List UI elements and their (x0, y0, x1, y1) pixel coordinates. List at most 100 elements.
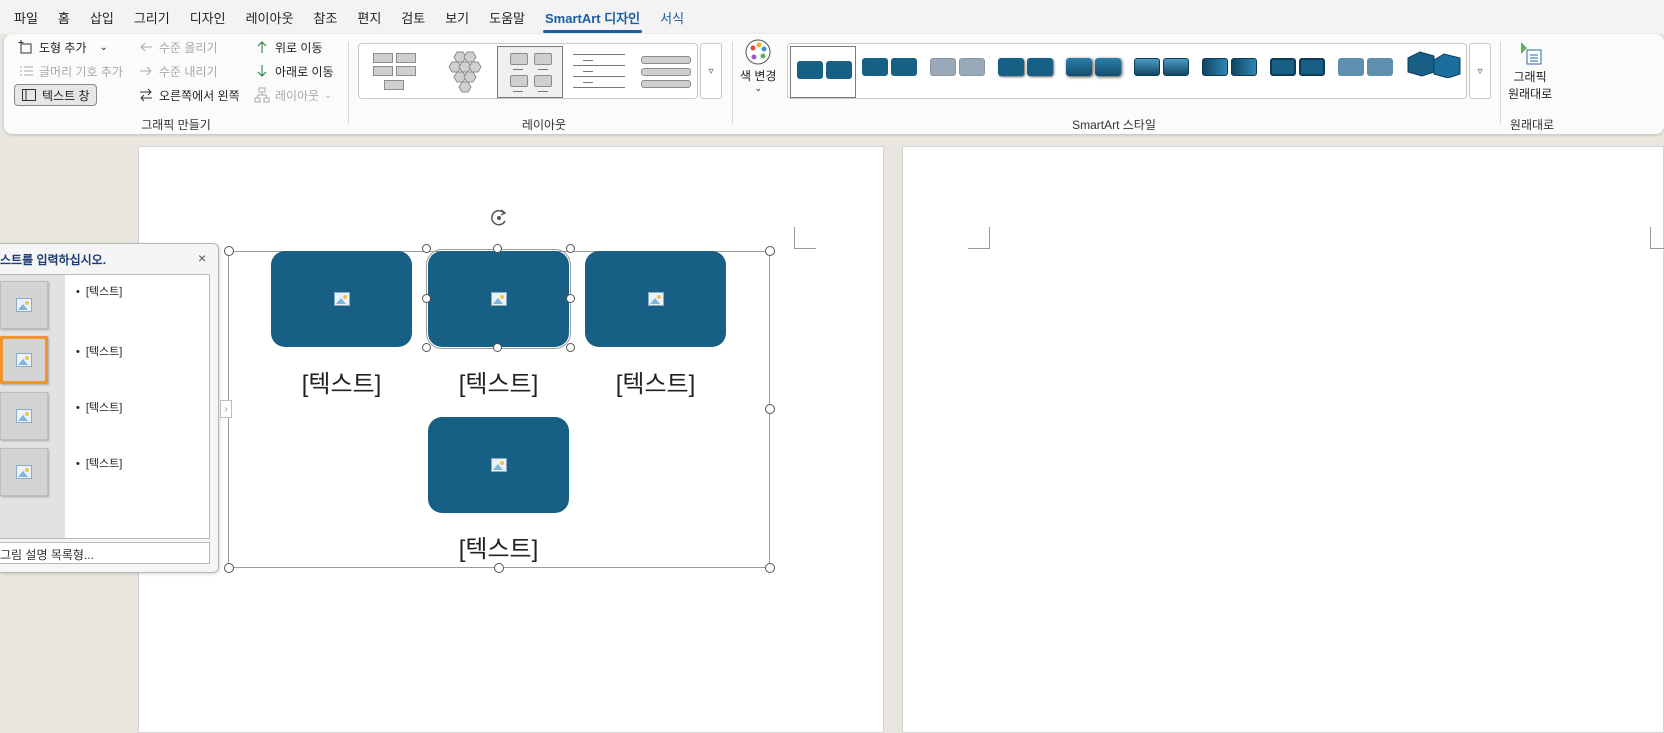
insert-picture-thumbnail[interactable] (0, 336, 48, 384)
text-pane-bullet[interactable]: [텍스트] (76, 343, 122, 359)
picture-placeholder-icon[interactable] (490, 458, 507, 472)
move-down-button[interactable]: 아래로 이동 (254, 60, 334, 82)
close-icon[interactable]: × (198, 250, 206, 266)
text-pane-button[interactable]: 텍스트 창 (14, 84, 97, 106)
text-pane-toggle-button[interactable]: › (220, 400, 232, 418)
shape-resize-handle[interactable] (422, 343, 431, 352)
tab-mailings[interactable]: 편지 (355, 4, 383, 31)
tab-format[interactable]: 서식 (658, 4, 686, 31)
add-bullet-button[interactable]: 글머리 기호 추가 (18, 60, 123, 82)
layout-gallery-more-button[interactable]: ▿ (700, 43, 722, 99)
margin-mark (1650, 227, 1664, 249)
tab-smartart-design[interactable]: SmartArt 디자인 (543, 4, 643, 33)
move-down-label: 아래로 이동 (275, 64, 334, 79)
picture-placeholder-icon[interactable] (490, 292, 507, 306)
style-option-inset[interactable] (1200, 56, 1260, 76)
picture-placeholder-icon (16, 353, 32, 367)
tab-insert[interactable]: 삽입 (88, 4, 116, 31)
layout-gallery[interactable] (358, 43, 698, 99)
resize-handle[interactable] (224, 563, 234, 573)
style-option-white-outline[interactable] (860, 56, 920, 76)
add-bullet-label: 글머리 기호 추가 (39, 64, 123, 79)
reset-graphic-button[interactable]: 그래픽 원래대로 (1508, 38, 1552, 102)
change-colors-label: 색 변경 (740, 69, 777, 83)
add-shape-button[interactable]: 도형 추가 ⌄ (18, 36, 108, 58)
style-option-polished[interactable] (1132, 56, 1192, 76)
change-colors-button[interactable]: 색 변경 ⌄ (740, 38, 776, 98)
tab-view[interactable]: 보기 (443, 4, 471, 31)
layout-description-link[interactable]: 그림 설명 목록형... (0, 542, 210, 564)
chevron-down-icon[interactable]: ⌄ (100, 42, 108, 53)
move-up-button[interactable]: 위로 이동 (254, 36, 323, 58)
shape-caption[interactable]: [텍스트] (271, 364, 412, 399)
text-pane-bullet[interactable]: [텍스트] (76, 283, 122, 299)
layout-option-lined-list[interactable] (565, 46, 631, 98)
tab-help[interactable]: 도움말 (487, 4, 527, 31)
right-to-left-label: 오른쪽에서 왼쪽 (159, 88, 240, 103)
text-pane-body[interactable]: [텍스트] [텍스트] [텍스트] [텍스트] (0, 274, 210, 539)
move-up-label: 위로 이동 (275, 40, 323, 55)
text-pane: 스트를 입력하십시오. × [텍스트] [텍스트] [텍스트] [텍스트] 그림… (0, 243, 219, 573)
style-option-3d[interactable] (1404, 48, 1464, 79)
layout-option-hexagon[interactable] (429, 46, 495, 98)
tab-review[interactable]: 검토 (399, 4, 427, 31)
picture-shape-selected[interactable] (426, 249, 571, 349)
text-pane-bullet[interactable]: [텍스트] (76, 455, 122, 471)
style-option-subtle[interactable] (928, 56, 988, 76)
resize-handle[interactable] (765, 563, 775, 573)
resize-handle[interactable] (765, 404, 775, 414)
arrow-right-icon (138, 63, 154, 79)
rotate-handle-icon[interactable] (488, 207, 510, 229)
chevron-down-icon: ⌄ (754, 83, 762, 93)
layout-org-button[interactable]: 레이아웃 ⌄ (254, 84, 332, 106)
picture-placeholder-icon[interactable] (333, 292, 350, 306)
tab-layout[interactable]: 레이아웃 (244, 4, 296, 31)
shape-resize-handle[interactable] (422, 294, 431, 303)
resize-handle[interactable] (494, 563, 504, 573)
layout-option-vertical-list[interactable] (633, 46, 699, 98)
picture-thumbnail-column (0, 275, 65, 538)
tab-home[interactable]: 홈 (56, 4, 72, 31)
smartart-style-gallery[interactable] (787, 43, 1467, 99)
demote-button[interactable]: 수준 내리기 (138, 60, 218, 82)
arrow-up-icon (254, 39, 270, 55)
text-pane-bullet[interactable]: [텍스트] (76, 399, 122, 415)
picture-shape[interactable] (428, 417, 569, 513)
shape-caption[interactable]: [텍스트] (428, 529, 569, 564)
shape-caption[interactable]: [텍스트] (428, 364, 569, 399)
insert-picture-thumbnail[interactable] (0, 448, 48, 496)
layout-option-picture-caption[interactable] (497, 46, 563, 98)
demote-label: 수준 내리기 (159, 64, 218, 79)
resize-handle[interactable] (224, 246, 234, 256)
picture-placeholder-icon (16, 298, 32, 312)
style-option-moderate[interactable] (996, 56, 1056, 76)
style-option-powder[interactable] (1336, 56, 1396, 76)
shape-resize-handle[interactable] (493, 343, 502, 352)
picture-shape[interactable] (271, 251, 412, 347)
document-page[interactable] (902, 146, 1664, 733)
style-option-intense[interactable] (1064, 56, 1124, 76)
tab-references[interactable]: 참조 (311, 4, 339, 31)
shape-resize-handle[interactable] (493, 244, 502, 253)
tab-file[interactable]: 파일 (12, 4, 40, 31)
resize-handle[interactable] (765, 246, 775, 256)
style-option-simple[interactable] (790, 46, 856, 98)
picture-shape[interactable] (585, 251, 726, 347)
reset-graphic-label-2: 원래대로 (1508, 87, 1553, 101)
promote-button[interactable]: 수준 올리기 (138, 36, 218, 58)
layout-option-hierarchy-list[interactable] (361, 46, 427, 98)
right-to-left-button[interactable]: 오른쪽에서 왼쪽 (138, 84, 240, 106)
picture-placeholder-icon[interactable] (647, 292, 664, 306)
insert-picture-thumbnail[interactable] (0, 392, 48, 440)
tab-draw[interactable]: 그리기 (132, 4, 172, 31)
style-gallery-more-button[interactable]: ▿ (1469, 43, 1491, 99)
style-option-cartoon[interactable] (1268, 56, 1328, 76)
insert-picture-thumbnail[interactable] (0, 281, 48, 329)
shape-resize-handle[interactable] (566, 343, 575, 352)
shape-resize-handle[interactable] (566, 244, 575, 253)
tab-design[interactable]: 디자인 (188, 4, 228, 31)
shape-caption[interactable]: [텍스트] (585, 364, 726, 399)
add-shape-label: 도형 추가 (39, 40, 87, 55)
shape-resize-handle[interactable] (422, 244, 431, 253)
shape-resize-handle[interactable] (566, 294, 575, 303)
